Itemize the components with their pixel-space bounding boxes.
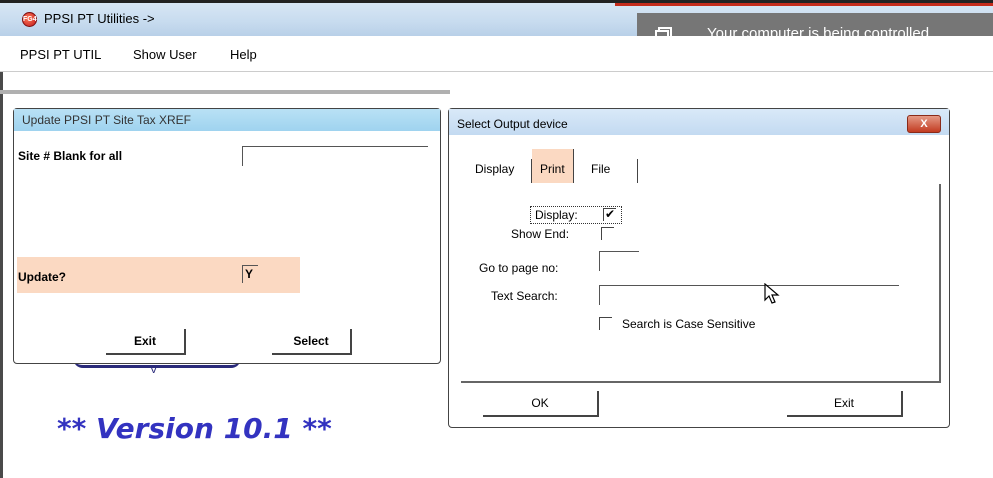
window-left-border	[0, 72, 3, 478]
update-site-tax-dialog: Update PPSI PT Site Tax XREF Site # Blan…	[13, 108, 441, 364]
exit-output-button[interactable]: Exit	[787, 391, 903, 417]
tab-separator	[637, 159, 638, 183]
site-number-label: Site # Blank for all	[18, 149, 123, 163]
update-input[interactable]: Y	[242, 265, 258, 283]
update-dialog-title: Update PPSI PT Site Tax XREF	[14, 109, 440, 131]
app-icon: FG4	[22, 12, 37, 27]
goto-page-input[interactable]	[599, 251, 639, 271]
display-label: Display:	[535, 208, 578, 222]
tab-panel-bottom-edge	[461, 381, 941, 383]
select-output-dialog: Select Output device X Display Print Fil…	[448, 108, 950, 428]
site-number-input[interactable]	[242, 146, 428, 166]
case-sensitive-checkbox[interactable]	[599, 317, 612, 330]
goto-page-label: Go to page no:	[479, 261, 559, 275]
exit-button[interactable]: Exit	[106, 329, 186, 355]
menu-ppsi-pt-util[interactable]: PPSI PT UTIL	[20, 47, 101, 62]
update-label: Update?	[18, 270, 66, 284]
background-partial-glyph: V	[150, 364, 158, 376]
titlebar-accent-line	[615, 3, 993, 6]
window-title: PPSI PT Utilities ->	[44, 11, 155, 26]
menu-show-user[interactable]: Show User	[133, 47, 197, 62]
menu-help[interactable]: Help	[230, 47, 257, 62]
output-dialog-title: Select Output device	[449, 109, 949, 135]
case-sensitive-label: Search is Case Sensitive	[622, 317, 756, 331]
show-end-checkbox[interactable]	[601, 227, 614, 240]
tab-panel-right-edge	[939, 184, 941, 382]
show-end-label: Show End:	[511, 227, 570, 241]
tab-file[interactable]: File	[583, 149, 618, 183]
tab-print[interactable]: Print	[532, 149, 574, 183]
select-button[interactable]: Select	[272, 329, 352, 355]
mouse-cursor-icon	[764, 283, 780, 304]
text-search-input[interactable]	[599, 285, 899, 305]
close-button[interactable]: X	[907, 115, 941, 133]
version-label: ** Version 10.1 **	[57, 412, 332, 445]
tab-display[interactable]: Display	[467, 149, 522, 183]
menu-bar: PPSI PT UTIL Show User Help	[0, 36, 993, 72]
ok-button[interactable]: OK	[483, 391, 599, 417]
toolbar-divider	[0, 90, 450, 94]
text-search-label: Text Search:	[491, 289, 558, 303]
display-checkbox[interactable]: ✔	[603, 208, 616, 221]
